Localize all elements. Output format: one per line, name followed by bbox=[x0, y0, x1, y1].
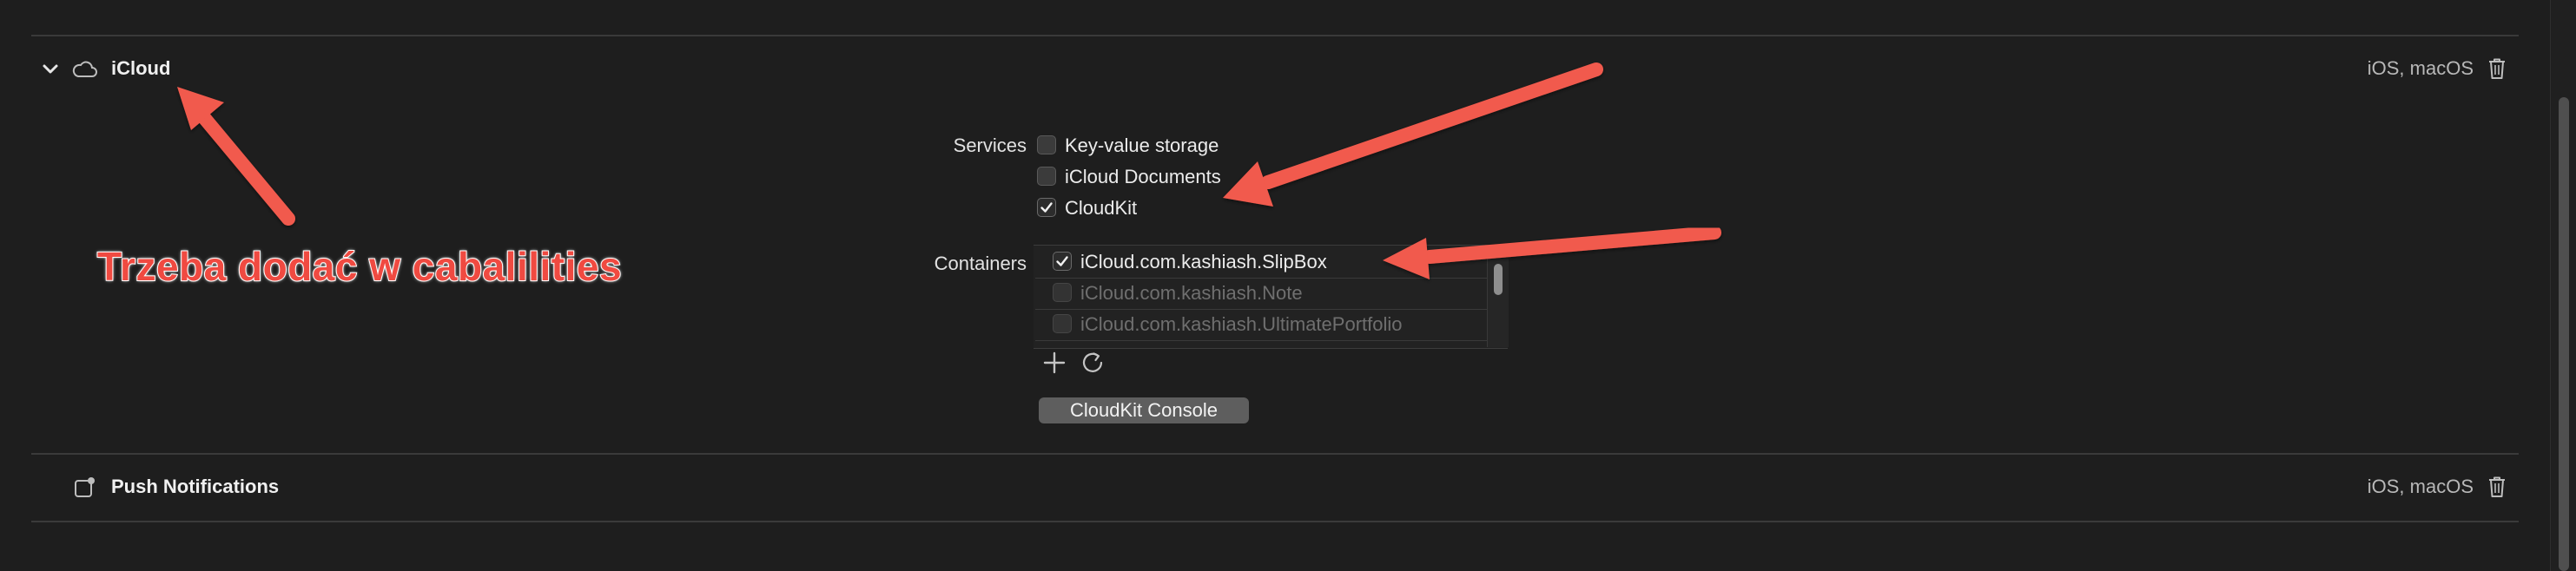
refresh-icon[interactable] bbox=[1079, 349, 1106, 377]
top-divider bbox=[31, 35, 2519, 36]
annotation-text: Trzeba dodać w cabalilities bbox=[96, 243, 623, 290]
push-platforms: iOS, macOS bbox=[2367, 476, 2474, 497]
icloud-section-title: iCloud bbox=[111, 57, 171, 79]
chevron-down-icon[interactable] bbox=[38, 57, 63, 82]
container-slipbox-label: iCloud.com.kashiash.SlipBox bbox=[1080, 251, 1327, 272]
containers-scroll-thumb[interactable] bbox=[1494, 264, 1503, 295]
bottom-divider bbox=[31, 521, 2519, 522]
arrow-to-icloud bbox=[177, 87, 295, 226]
cloudkit-checkbox[interactable] bbox=[1037, 198, 1056, 217]
containers-label: Containers bbox=[934, 253, 1027, 274]
list-row-separator bbox=[1035, 278, 1487, 279]
window-scroll-thumb[interactable] bbox=[2559, 97, 2569, 571]
icloud-platforms: iOS, macOS bbox=[2367, 57, 2474, 79]
icloud-documents-checkbox[interactable] bbox=[1037, 167, 1056, 186]
container-slipbox-checkbox[interactable] bbox=[1053, 252, 1072, 271]
trash-icon[interactable] bbox=[2487, 476, 2507, 498]
middle-divider bbox=[31, 453, 2519, 455]
push-section-title: Push Notifications bbox=[111, 476, 280, 497]
arrow-to-cloudkit bbox=[1223, 62, 1603, 207]
key-value-storage-label: Key-value storage bbox=[1065, 135, 1219, 156]
trash-icon[interactable] bbox=[2487, 57, 2507, 80]
list-row-separator bbox=[1035, 340, 1487, 341]
push-notification-icon bbox=[73, 476, 97, 500]
container-ultimateportfolio-label: iCloud.com.kashiash.UltimatePortfolio bbox=[1080, 313, 1403, 335]
services-label: Services bbox=[953, 135, 1027, 156]
key-value-storage-checkbox[interactable] bbox=[1037, 135, 1056, 154]
cloud-icon bbox=[71, 59, 99, 80]
icloud-documents-label: iCloud Documents bbox=[1065, 166, 1221, 187]
plus-icon[interactable] bbox=[1040, 349, 1068, 377]
cloudkit-label: CloudKit bbox=[1065, 197, 1138, 219]
list-row-separator bbox=[1035, 309, 1487, 310]
container-note-label: iCloud.com.kashiash.Note bbox=[1080, 282, 1303, 304]
container-note-checkbox[interactable] bbox=[1053, 283, 1072, 302]
container-ultimateportfolio-checkbox[interactable] bbox=[1053, 314, 1072, 333]
cloudkit-console-button[interactable]: CloudKit Console bbox=[1039, 397, 1249, 423]
